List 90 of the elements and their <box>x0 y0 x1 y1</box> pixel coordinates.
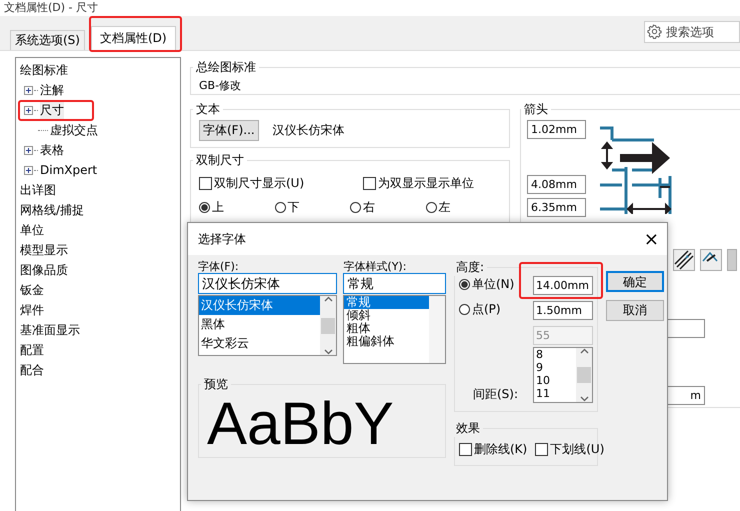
checkbox[interactable] <box>363 176 376 190</box>
tree-item[interactable]: 虚拟交点 <box>50 122 98 138</box>
chevron-down-icon[interactable] <box>580 396 588 402</box>
group-title: 双制尺寸 <box>195 152 245 169</box>
group-title: 总绘图标准 <box>195 59 257 76</box>
group-title: 高度: <box>455 259 486 276</box>
tree-item[interactable]: 模型显示 <box>20 242 68 258</box>
dialog-button[interactable]: 取消 <box>606 300 664 321</box>
radio-label: 点(P) <box>472 301 501 318</box>
chevron-up-icon[interactable] <box>580 348 588 354</box>
font-name: 汉仪长仿宋体 <box>272 122 345 139</box>
arrows-inward-icon[interactable] <box>673 249 695 271</box>
radio-label: 单位(N) <box>472 276 514 293</box>
scrollbar[interactable] <box>576 348 592 402</box>
radio-label: 下 <box>288 198 300 216</box>
radio-label: 上 <box>212 198 224 216</box>
close-button[interactable]: × <box>636 228 667 250</box>
tree-item[interactable]: 基准面显示 <box>20 322 80 338</box>
radio-button[interactable] <box>459 304 470 315</box>
tree-item[interactable]: 图像品质 <box>20 262 68 278</box>
dialog-button[interactable]: 确定 <box>606 271 664 292</box>
group-title: 效果 <box>455 420 481 437</box>
expand-icon[interactable] <box>24 166 33 174</box>
tree-item[interactable]: 配置 <box>20 342 44 358</box>
window-title: 文档属性(D) - 尺寸 <box>4 1 98 15</box>
input-field[interactable]: 14.00mm <box>533 276 593 295</box>
preview-text: AaBbY <box>207 390 394 457</box>
group-title: 箭头 <box>523 101 549 118</box>
list-item[interactable]: 倾斜 <box>344 309 429 322</box>
field-label: 字体样式(Y): <box>343 259 408 273</box>
input-field[interactable]: 汉仪长仿宋体 <box>198 273 338 294</box>
list-item[interactable]: 10 <box>534 374 576 387</box>
input-field[interactable]: 4.08mm <box>527 175 586 194</box>
tree-item[interactable]: DimXpert <box>40 163 98 177</box>
scrollbar[interactable] <box>429 296 445 363</box>
chevron-up-icon[interactable] <box>324 296 333 302</box>
tree-item[interactable]: 绘图标准 <box>20 62 68 78</box>
tree-item[interactable]: 配合 <box>20 362 44 378</box>
radio-button[interactable] <box>199 202 210 212</box>
list-item[interactable]: 8 <box>534 348 576 361</box>
group-title: 预览 <box>203 376 229 393</box>
tab[interactable]: 系统选项(S) <box>10 30 85 50</box>
dialog-title: 选择字体 <box>198 230 246 248</box>
arrow-angle-icon[interactable] <box>700 249 722 271</box>
checkbox[interactable] <box>459 442 472 456</box>
checkbox-label: 删除线(K) <box>474 440 528 458</box>
search-field[interactable]: 搜索选项 <box>644 21 740 43</box>
scrollbar[interactable] <box>320 296 336 355</box>
list-item[interactable]: 粗偏斜体 <box>344 335 429 348</box>
list-item[interactable]: 9 <box>534 361 576 374</box>
tree-item[interactable]: 表格 <box>40 142 64 158</box>
tree-item[interactable]: 尺寸 <box>40 102 64 118</box>
settings-icon <box>647 24 662 39</box>
list-item[interactable]: 常规 <box>344 296 429 309</box>
radio-button[interactable] <box>350 202 361 212</box>
radio-button[interactable] <box>426 202 436 212</box>
input-field[interactable]: 1.02mm <box>527 120 586 139</box>
font-button[interactable]: 字体(F)... <box>199 120 259 141</box>
list-item[interactable]: 11 <box>534 387 576 400</box>
checkbox[interactable] <box>199 176 212 190</box>
list-item[interactable]: 黑体 <box>199 315 320 334</box>
chevron-down-icon[interactable] <box>324 349 333 355</box>
tree-item[interactable]: 钣金 <box>20 282 44 298</box>
tab[interactable]: 文档属性(D) <box>90 26 176 50</box>
radio-label: 右 <box>363 198 375 216</box>
checkbox-label: 双制尺寸显示(U) <box>214 174 304 192</box>
tree-item[interactable]: 注解 <box>40 82 64 98</box>
list-item[interactable]: 粗体 <box>344 322 429 335</box>
list-item[interactable]: 汉仪长仿宋体 <box>199 296 320 315</box>
expand-icon[interactable] <box>24 86 33 94</box>
input-field[interactable]: 1.50mm <box>533 301 593 320</box>
checkbox-label: 为双显示显示单位 <box>378 174 474 192</box>
radio-label: 左 <box>438 198 450 216</box>
radio-button[interactable] <box>274 202 286 212</box>
expand-icon[interactable] <box>24 106 33 114</box>
standard-value: GB-修改 <box>199 79 242 92</box>
input-field[interactable]: 6.35mm <box>527 198 586 217</box>
tree-item[interactable]: 网格线/捕捉 <box>20 202 84 218</box>
expand-icon[interactable] <box>24 146 33 154</box>
list-item[interactable]: 华文彩云 <box>199 334 320 353</box>
field-label: 间距(S): <box>472 386 518 403</box>
field-label: 字体(F): <box>198 259 240 273</box>
tree-item[interactable]: 焊件 <box>20 302 44 318</box>
tree-item[interactable]: 出详图 <box>20 182 56 198</box>
tree-item[interactable]: 单位 <box>20 222 44 238</box>
input-field[interactable]: 常规 <box>343 273 446 294</box>
group-title: 文本 <box>195 101 221 118</box>
checkbox-label: 下划线(U) <box>550 440 604 458</box>
checkbox[interactable] <box>535 442 548 456</box>
radio-button[interactable] <box>459 279 470 290</box>
